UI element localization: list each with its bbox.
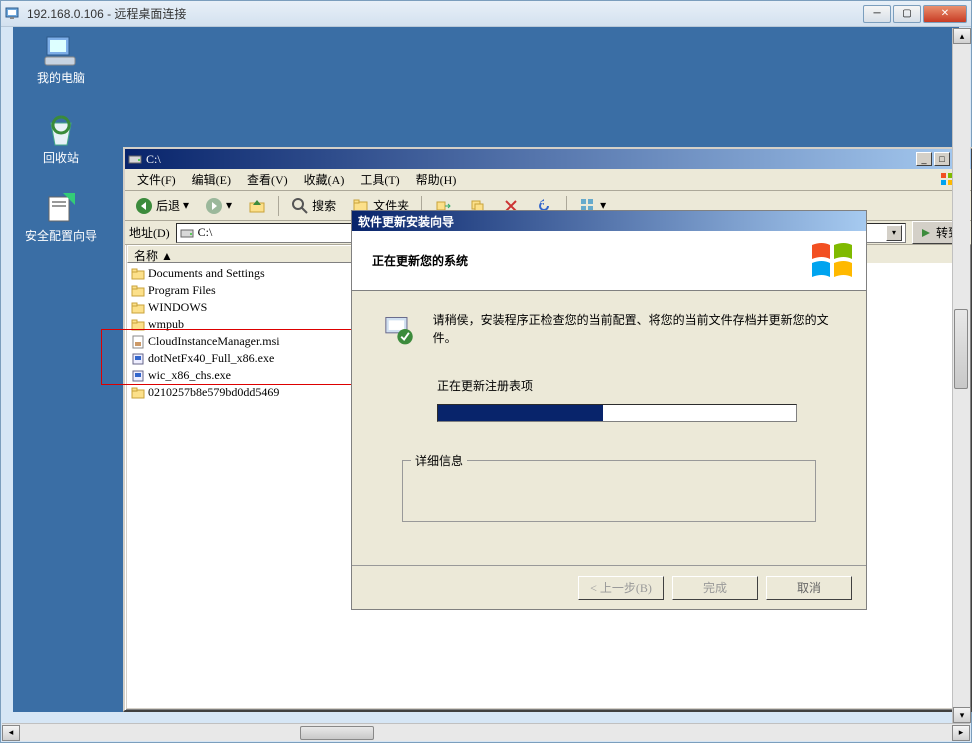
back-button[interactable]: 后退 ▾ <box>129 193 195 219</box>
wizard-title: 软件更新安装向导 <box>358 213 454 230</box>
rdp-title: 192.168.0.106 - 远程桌面连接 <box>27 5 861 22</box>
scroll-left-button[interactable]: ◂ <box>2 725 20 741</box>
security-wizard-icon[interactable]: 安全配置向导 <box>25 191 97 243</box>
computer-icon <box>43 33 79 69</box>
dropdown-icon: ▾ <box>183 198 189 213</box>
menu-favorites[interactable]: 收藏(A) <box>296 168 353 191</box>
recycle-bin-label: 回收站 <box>43 151 79 165</box>
address-label: 地址(D) <box>129 224 170 241</box>
scroll-up-button[interactable]: ▴ <box>953 28 971 44</box>
scroll-down-button[interactable]: ▾ <box>953 707 971 723</box>
details-fieldset: 详细信息 <box>402 452 816 522</box>
explorer-maximize-button[interactable]: □ <box>934 152 950 166</box>
column-name[interactable]: 名称 ▲ <box>127 245 377 263</box>
installer-icon <box>382 311 417 347</box>
explorer-titlebar[interactable]: C:\ _ □ ✕ <box>125 149 971 169</box>
address-dropdown-icon[interactable]: ▾ <box>886 225 902 241</box>
back-button[interactable]: < 上一步(B) <box>578 576 664 600</box>
back-label: 后退 <box>156 197 180 214</box>
close-button[interactable]: ✕ <box>923 5 967 23</box>
progress-bar <box>437 404 797 422</box>
file-name: Program Files <box>148 283 380 298</box>
recycle-icon <box>43 113 79 149</box>
menu-edit[interactable]: 编辑(E) <box>184 168 239 191</box>
progress-label: 正在更新注册表项 <box>437 377 836 394</box>
rdp-titlebar[interactable]: 192.168.0.106 - 远程桌面连接 ─ ▢ ✕ <box>1 1 971 27</box>
cancel-button[interactable]: 取消 <box>766 576 852 600</box>
remote-desktop-area: 我的电脑 回收站 安全配置向导 C:\ _ □ ✕ 文件(F) 编辑( <box>13 27 959 712</box>
rdp-window: 192.168.0.106 - 远程桌面连接 ─ ▢ ✕ 我的电脑 回收站 安全… <box>0 0 972 743</box>
drive-icon <box>180 226 194 240</box>
go-icon <box>919 226 933 240</box>
explorer-title: C:\ <box>146 152 914 167</box>
menu-file[interactable]: 文件(F) <box>129 168 184 191</box>
horizontal-scrollbar[interactable]: ◂ ▸ <box>2 723 970 741</box>
window-controls: ─ ▢ ✕ <box>861 5 967 23</box>
details-legend: 详细信息 <box>411 452 467 469</box>
windows-logo-icon <box>808 237 856 285</box>
vertical-scrollbar[interactable]: ▴ ▾ <box>952 28 970 723</box>
file-name: wic_x86_chs.exe <box>148 368 380 383</box>
forward-icon <box>205 197 223 215</box>
drive-icon <box>128 152 142 166</box>
address-value: C:\ <box>198 225 213 240</box>
wizard-header: 正在更新您的系统 <box>352 231 866 291</box>
file-name: 0210257b8e579bd0dd5469 <box>148 385 380 400</box>
scroll-right-button[interactable]: ▸ <box>952 725 970 741</box>
folder-up-icon <box>248 197 266 215</box>
search-label: 搜索 <box>312 197 336 214</box>
scroll-track[interactable] <box>20 725 952 741</box>
wizard-body: 请稍侯，安装程序正检查您的当前配置、将您的当前文件存档并更新您的文件。 正在更新… <box>352 291 866 542</box>
menu-help[interactable]: 帮助(H) <box>408 168 465 191</box>
recycle-bin-icon[interactable]: 回收站 <box>25 113 97 165</box>
my-computer-icon[interactable]: 我的电脑 <box>25 33 97 85</box>
wizard-message: 请稍侯，安装程序正检查您的当前配置、将您的当前文件存档并更新您的文件。 <box>433 311 836 347</box>
explorer-minimize-button[interactable]: _ <box>916 152 932 166</box>
search-icon <box>291 197 309 215</box>
search-button[interactable]: 搜索 <box>285 193 342 219</box>
menu-tools[interactable]: 工具(T) <box>352 168 407 191</box>
maximize-button[interactable]: ▢ <box>893 5 921 23</box>
file-name: WINDOWS <box>148 300 380 315</box>
up-button[interactable] <box>242 193 272 219</box>
scroll-track[interactable] <box>953 44 970 707</box>
file-name: CloudInstanceManager.msi <box>148 334 380 349</box>
wizard-footer: < 上一步(B) 完成 取消 <box>352 565 866 609</box>
wizard-message-row: 请稍侯，安装程序正检查您的当前配置、将您的当前文件存档并更新您的文件。 <box>382 311 836 347</box>
forward-button[interactable]: ▾ <box>199 193 238 219</box>
wizard-dialog: 软件更新安装向导 正在更新您的系统 请稍侯，安装程序正检查您的当前配置、将您的当… <box>351 210 867 610</box>
file-name: wmpub <box>148 317 380 332</box>
finish-button[interactable]: 完成 <box>672 576 758 600</box>
file-name: dotNetFx40_Full_x86.exe <box>148 351 380 366</box>
scroll-thumb[interactable] <box>954 309 968 389</box>
security-icon <box>43 191 79 227</box>
minimize-button[interactable]: ─ <box>863 5 891 23</box>
progress-fill <box>438 405 603 421</box>
file-name: Documents and Settings <box>148 266 380 281</box>
my-computer-label: 我的电脑 <box>37 71 85 85</box>
rdp-icon <box>5 6 21 22</box>
explorer-menubar: 文件(F) 编辑(E) 查看(V) 收藏(A) 工具(T) 帮助(H) <box>125 169 971 191</box>
dropdown-icon: ▾ <box>226 198 232 213</box>
separator <box>278 196 279 216</box>
wizard-titlebar[interactable]: 软件更新安装向导 <box>352 211 866 231</box>
wizard-header-title: 正在更新您的系统 <box>372 252 468 269</box>
security-wizard-label: 安全配置向导 <box>25 229 97 243</box>
menu-view[interactable]: 查看(V) <box>239 168 296 191</box>
back-icon <box>135 197 153 215</box>
scroll-thumb[interactable] <box>300 726 375 740</box>
